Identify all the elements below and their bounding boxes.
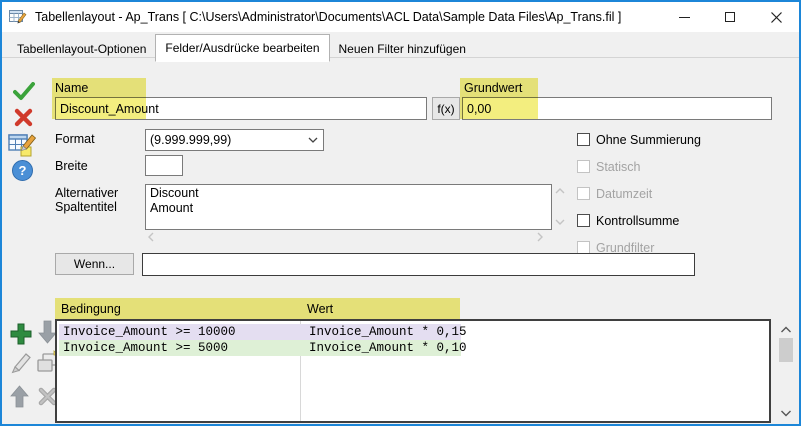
condition-row-1[interactable]: Invoice_Amount >= 10000 Invoice_Amount *… <box>59 324 461 340</box>
checkbox-kontrollsumme[interactable] <box>577 214 590 227</box>
condition-row-2[interactable]: Invoice_Amount >= 5000 Invoice_Amount * … <box>59 340 461 356</box>
scroll-left-icon[interactable] <box>148 232 154 242</box>
edit-table-layout-button[interactable] <box>8 132 37 159</box>
name-label: Name <box>55 81 88 95</box>
format-combobox[interactable]: (9.999.999,99) <box>145 129 324 151</box>
red-x-icon <box>14 108 33 127</box>
tab-tabellenlayout-optionen[interactable]: Tabellenlayout-Optionen <box>8 37 155 62</box>
chevron-down-icon <box>308 137 318 143</box>
add-condition-button[interactable] <box>10 323 32 345</box>
checkbox-ohne-summierung[interactable] <box>577 133 590 146</box>
column-header-bedingung: Bedingung <box>61 302 121 316</box>
plus-icon <box>10 323 32 345</box>
up-arrow-icon <box>10 384 29 409</box>
value-cell: Invoice_Amount * 0,15 <box>309 324 467 340</box>
tabstrip: Tabellenlayout-Optionen Felder/Ausdrücke… <box>8 33 475 62</box>
grundwert-label: Grundwert <box>464 81 522 95</box>
checkbox-ohne-summierung-label: Ohne Summierung <box>596 133 701 147</box>
close-button[interactable] <box>753 2 799 32</box>
question-mark-icon: ? <box>19 163 27 178</box>
cancel-button[interactable] <box>14 108 33 127</box>
maximize-button[interactable] <box>707 2 753 32</box>
alt-spaltentitel-label: Alternativer Spaltentitel <box>55 186 118 214</box>
wenn-button[interactable]: Wenn... <box>55 253 134 275</box>
pencil-icon <box>10 352 33 375</box>
wenn-input[interactable] <box>142 253 695 276</box>
table-vertical-scrollbar[interactable] <box>778 320 794 423</box>
value-cell: Invoice_Amount * 0,10 <box>309 340 467 356</box>
maximize-icon <box>725 12 735 22</box>
tab-neuen-filter-hinzufuegen[interactable]: Neuen Filter hinzufügen <box>330 37 475 62</box>
green-check-icon <box>13 82 35 101</box>
grundwert-input[interactable] <box>462 97 772 120</box>
scrollbar-up-icon[interactable] <box>780 324 792 336</box>
column-header-wert: Wert <box>307 302 333 316</box>
alt-spaltentitel-textarea[interactable]: Discount Amount <box>145 184 552 230</box>
condition-cell: Invoice_Amount >= 5000 <box>63 340 228 356</box>
checkbox-kontrollsumme-label: Kontrollsumme <box>596 214 679 228</box>
name-input[interactable] <box>55 97 427 120</box>
conditions-table[interactable]: Invoice_Amount >= 10000 Invoice_Amount *… <box>55 319 771 423</box>
scroll-down-icon[interactable] <box>555 219 565 225</box>
checkbox-statisch <box>577 160 590 173</box>
checkbox-statisch-label: Statisch <box>596 160 640 174</box>
accept-button[interactable] <box>13 82 35 101</box>
breite-input[interactable] <box>145 155 183 176</box>
scroll-up-icon[interactable] <box>555 188 565 194</box>
edit-condition-button[interactable] <box>10 352 33 375</box>
tabellenlayout-dialog: Tabellenlayout - Ap_Trans [ C:\Users\Adm… <box>0 0 801 426</box>
breite-label: Breite <box>55 159 88 173</box>
move-up-button[interactable] <box>10 384 29 409</box>
tab-felder-ausdruecke-bearbeiten[interactable]: Felder/Ausdrücke bearbeiten <box>155 34 329 62</box>
condition-cell: Invoice_Amount >= 10000 <box>63 324 236 340</box>
scrollbar-down-icon[interactable] <box>780 407 792 419</box>
scrollbar-thumb[interactable] <box>779 338 793 362</box>
fx-button[interactable]: f(x) <box>432 97 460 120</box>
minimize-icon <box>679 17 690 18</box>
scroll-right-icon[interactable] <box>537 232 543 242</box>
format-combobox-value: (9.999.999,99) <box>150 133 231 147</box>
table-edit-icon <box>8 132 37 159</box>
minimize-button[interactable] <box>661 2 707 32</box>
help-button[interactable]: ? <box>12 160 33 181</box>
checkbox-datumzeit-label: Datumzeit <box>596 187 652 201</box>
close-icon <box>771 12 782 23</box>
window-title: Tabellenlayout - Ap_Trans [ C:\Users\Adm… <box>35 10 621 24</box>
format-label: Format <box>55 132 95 146</box>
checkbox-datumzeit <box>577 187 590 200</box>
app-table-edit-icon <box>9 9 27 25</box>
